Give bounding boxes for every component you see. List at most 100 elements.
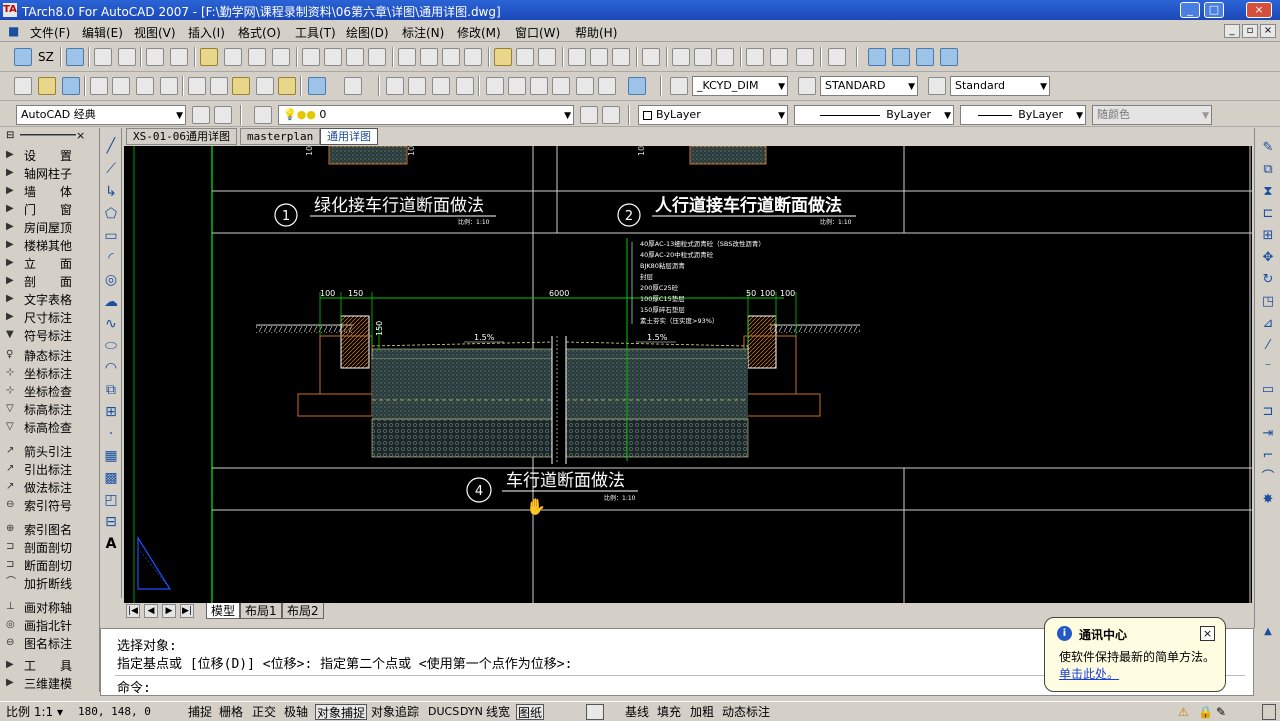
osnap-toggle[interactable]: 对象捕捉	[315, 704, 368, 720]
zoom-previous-icon[interactable]	[456, 77, 474, 95]
prev-layout-icon[interactable]: ◀	[144, 604, 158, 618]
layout1-tab[interactable]: 布局1	[240, 603, 282, 619]
grid-toggle[interactable]: 栅格	[219, 704, 243, 720]
dimension-icon[interactable]	[398, 48, 416, 66]
room-icon[interactable]	[346, 48, 364, 66]
menu-dimension[interactable]: 标注(N)	[402, 24, 444, 41]
options-icon[interactable]	[770, 48, 788, 66]
table-draw-icon[interactable]: ⊟	[103, 514, 119, 530]
panel-item-11[interactable]: ♀ 静态标注	[0, 346, 100, 364]
view-icon[interactable]	[612, 48, 630, 66]
doc-close-button[interactable]: ×	[1260, 24, 1276, 38]
panel-item-17[interactable]: ↗ 引出标注	[0, 460, 100, 478]
ducs-toggle[interactable]: DUCS	[428, 704, 459, 720]
insert-block-icon[interactable]: ⧉	[103, 382, 119, 398]
panel-item-15[interactable]: ▽ 标高检查	[0, 418, 100, 436]
lineweight-toggle[interactable]: 线宽	[486, 704, 510, 720]
workspace-save-icon[interactable]	[214, 106, 232, 124]
join-icon[interactable]: ⇥	[1260, 426, 1276, 442]
panel-item-4[interactable]: ▶ 房间屋顶	[0, 218, 100, 236]
stretch-icon[interactable]: ⊿	[1260, 316, 1276, 332]
panel-item-21[interactable]: ⊐ 剖面剖切	[0, 538, 100, 556]
arrow-leader-icon[interactable]	[442, 48, 460, 66]
ellipse-arc-icon[interactable]: ◠	[103, 360, 119, 376]
roof-icon[interactable]	[368, 48, 386, 66]
panel-item-27[interactable]: ▶ 工 具	[0, 656, 100, 674]
circle-icon[interactable]	[200, 48, 218, 66]
markup-icon[interactable]	[576, 77, 594, 95]
baseline-toggle[interactable]: 基线	[625, 704, 649, 720]
clean-screen-icon[interactable]	[1262, 704, 1276, 720]
dim-chain-icon[interactable]	[420, 48, 438, 66]
dim-style-select[interactable]: _KCYD_DIM ▼	[692, 76, 788, 96]
tarch-icon[interactable]	[14, 48, 32, 66]
scissor-icon[interactable]	[516, 48, 534, 66]
snap-toggle[interactable]: 捕捉	[188, 704, 212, 720]
menu-view[interactable]: 视图(V)	[134, 24, 176, 41]
circle-draw-icon[interactable]: ◎	[103, 272, 119, 288]
ellipse-icon[interactable]: ⬭	[103, 338, 119, 354]
paste-icon[interactable]	[232, 77, 250, 95]
sheet-set-icon[interactable]	[552, 77, 570, 95]
menu-insert[interactable]: 插入(I)	[188, 24, 225, 41]
doc-minimize-button[interactable]: _	[1224, 24, 1240, 38]
menu-draw[interactable]: 绘图(D)	[346, 24, 389, 41]
panel-close-icon[interactable]: ×	[76, 129, 85, 142]
scroll-up-icon[interactable]: ▲	[1260, 624, 1276, 640]
tool-palette-icon[interactable]	[530, 77, 548, 95]
lineweight-select[interactable]: ByLayer ▼	[960, 105, 1086, 125]
region-icon[interactable]: ◰	[103, 492, 119, 508]
rotate-icon[interactable]: ↻	[1260, 272, 1276, 288]
print-preview-icon[interactable]	[112, 77, 130, 95]
break-point-icon[interactable]: ▭	[1260, 382, 1276, 398]
new-icon[interactable]	[14, 77, 32, 95]
mirror-icon[interactable]: ⧗	[1260, 184, 1276, 200]
lock-icon[interactable]	[828, 48, 846, 66]
gradient-icon[interactable]: ▩	[103, 470, 119, 486]
chamfer-icon[interactable]: ⌐	[1260, 448, 1276, 464]
panel-item-2[interactable]: ▶ 墙 体	[0, 182, 100, 200]
layer-manager-icon[interactable]	[254, 106, 272, 124]
dynamic-dim-toggle[interactable]: 动态标注	[722, 704, 770, 720]
balloon-close-button[interactable]: ×	[1200, 626, 1215, 641]
lineweight-icon[interactable]	[538, 48, 556, 66]
panel-item-16[interactable]: ↗ 箭头引注	[0, 442, 100, 460]
fillet-icon[interactable]: ⌒	[1260, 470, 1276, 486]
find-icon[interactable]	[642, 48, 660, 66]
save-icon[interactable]	[62, 77, 80, 95]
line-icon[interactable]: ╱	[103, 138, 119, 154]
erase-icon[interactable]: ✎	[1260, 140, 1276, 156]
undo-icon[interactable]	[308, 77, 326, 95]
next-layout-icon[interactable]: ▶	[162, 604, 176, 618]
workspace-select[interactable]: AutoCAD 经典 ▼	[16, 105, 186, 125]
panel-item-7[interactable]: ▶ 剖 面	[0, 272, 100, 290]
pan-icon[interactable]	[386, 77, 404, 95]
layout2-tab[interactable]: 布局2	[282, 603, 324, 619]
copy-icon[interactable]	[210, 77, 228, 95]
mtext-icon[interactable]: A	[103, 536, 119, 552]
arc-draw-icon[interactable]: ◜	[103, 250, 119, 266]
polar-toggle[interactable]: 极轴	[284, 704, 308, 720]
panel-item-1[interactable]: ▶ 轴网柱子	[0, 164, 100, 182]
menu-modify[interactable]: 修改(M)	[457, 24, 501, 41]
panel-item-12[interactable]: ⊹ 坐标标注	[0, 364, 100, 382]
otrack-toggle[interactable]: 对象追踪	[371, 704, 419, 720]
linetype-select[interactable]: ByLayer ▼	[794, 105, 954, 125]
array-icon[interactable]: ⊞	[1260, 228, 1276, 244]
color-select[interactable]: ByLayer ▼	[638, 105, 788, 125]
panel-item-10[interactable]: ▼ 符号标注	[0, 326, 100, 344]
panel-item-9[interactable]: ▶ 尺寸标注	[0, 308, 100, 326]
doc-tab-2[interactable]: masterplan	[240, 128, 321, 145]
panel-item-25[interactable]: ◎ 画指北针	[0, 616, 100, 634]
spline-icon[interactable]: ∿	[103, 316, 119, 332]
print-icon[interactable]	[90, 77, 108, 95]
break-icon[interactable]: ⊐	[1260, 404, 1276, 420]
stair-icon[interactable]	[248, 48, 266, 66]
ortho-toggle[interactable]: 正交	[252, 704, 276, 720]
collapse-icon[interactable]: ⊟	[6, 130, 14, 141]
minimize-button[interactable]: _	[1180, 2, 1200, 18]
door-icon[interactable]	[118, 48, 136, 66]
model-space-icon[interactable]	[586, 704, 604, 720]
dim-style-icon[interactable]	[798, 77, 816, 95]
menu-file[interactable]: 文件(F)	[30, 24, 70, 41]
